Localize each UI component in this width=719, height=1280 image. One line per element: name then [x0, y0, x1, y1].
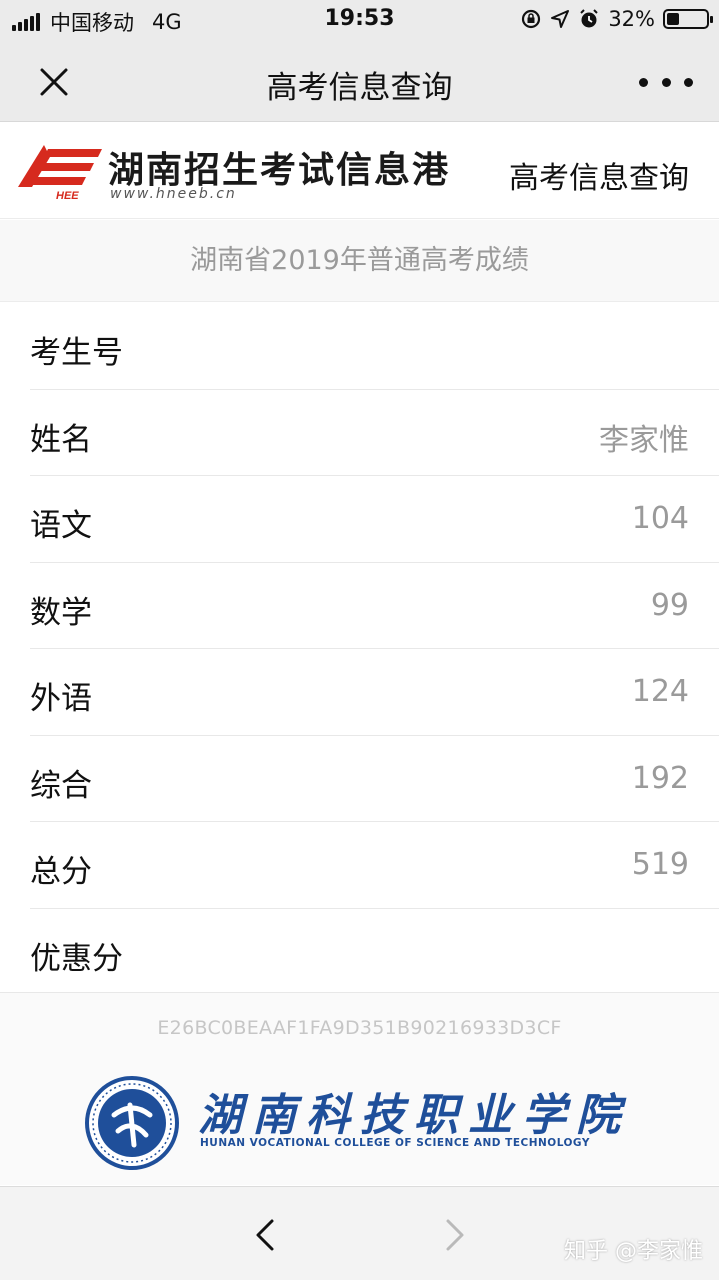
- row-label: 优惠分: [30, 940, 123, 977]
- row-value: 99: [650, 587, 689, 623]
- row-label: 语文: [30, 508, 92, 544]
- row-label: 总分: [30, 854, 92, 890]
- alarm-icon: [580, 9, 599, 28]
- nav-title: 高考信息查询: [266, 70, 453, 106]
- footer-area: E26BC0BEAAF1FA9D351B90216933D3CF 湖南科技职业学…: [0, 992, 719, 1185]
- bottom-toolbar: 知乎 @李家惟: [0, 1186, 719, 1280]
- hee-logo-icon[interactable]: HEE: [14, 143, 106, 203]
- battery-icon: [663, 9, 713, 29]
- row-label: 姓名: [30, 421, 92, 458]
- college-seal-icon: [85, 1076, 179, 1170]
- college-name: 湖南科技职业学院: [198, 1090, 630, 1141]
- header-link[interactable]: 高考信息查询: [509, 153, 689, 197]
- verification-hash: E26BC0BEAAF1FA9D351B90216933D3CF: [157, 1017, 562, 1039]
- chevron-right-icon[interactable]: [434, 1215, 474, 1255]
- row-name: 姓名 李家惟: [30, 390, 719, 476]
- site-logo-url: www.hneeb.cn: [110, 186, 237, 202]
- status-bar: 中国移动 4G 19:53 32%: [0, 0, 719, 40]
- rotation-lock-icon: [522, 9, 541, 29]
- row-math: 数学 99: [30, 563, 719, 649]
- row-label: 考生号: [30, 335, 123, 371]
- row-label: 数学: [30, 594, 92, 631]
- row-label: 外语: [30, 681, 92, 717]
- status-right: 32%: [520, 7, 713, 31]
- logo-mark-text: HEE: [56, 190, 79, 202]
- battery-percent: 32%: [608, 7, 655, 31]
- row-value: 519: [631, 847, 689, 882]
- row-total: 总分 519: [30, 822, 719, 909]
- row-chinese: 语文 104: [30, 476, 719, 563]
- row-value: 124: [631, 674, 689, 709]
- zhihu-watermark: 知乎 @李家惟: [564, 1239, 703, 1264]
- row-comprehensive: 综合 192: [30, 736, 719, 822]
- nav-bar: 高考信息查询: [0, 40, 719, 122]
- location-icon: [551, 10, 570, 28]
- more-icon[interactable]: [639, 62, 693, 102]
- section-title: 湖南省2019年普通高考成绩: [0, 220, 719, 302]
- battery-fill: [667, 13, 679, 25]
- score-table: 考生号 姓名 李家惟 语文 104 数学 99 外语 124 综合 192 总分…: [0, 303, 719, 995]
- row-label: 综合: [30, 767, 92, 804]
- row-exam-number: 考生号: [30, 303, 719, 390]
- row-foreign-language: 外语 124: [30, 649, 719, 736]
- row-value: 192: [631, 760, 689, 796]
- row-value: 104: [631, 501, 689, 536]
- row-value: 李家惟: [599, 422, 689, 458]
- site-header: HEE 湖南招生考试信息港 www.hneeb.cn 高考信息查询: [0, 123, 719, 219]
- row-bonus: 优惠分: [30, 909, 719, 996]
- chevron-left-icon[interactable]: [246, 1215, 286, 1255]
- college-name-en: HUNAN VOCATIONAL COLLEGE OF SCIENCE AND …: [200, 1137, 590, 1149]
